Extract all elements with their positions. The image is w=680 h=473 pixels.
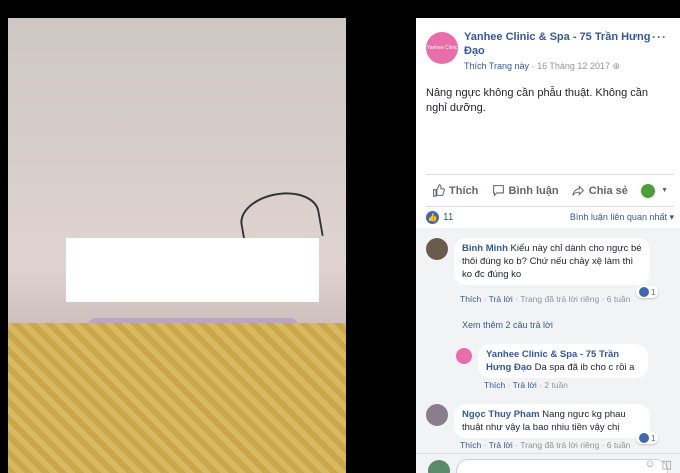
reply: Yanhee Clinic & Spa - 75 Trần Hưng Đạo D… [456, 344, 676, 394]
photo-sheet [8, 323, 346, 473]
post-date[interactable]: 16 Tháng 12 2017 [537, 61, 610, 71]
post-caption: Nâng ngực không cần phẫu thuật. Không cầ… [426, 87, 649, 114]
like-reaction-icon: 👍 [426, 211, 439, 224]
commenter-name[interactable]: Ngọc Thuy Pham [462, 409, 540, 420]
post-meta: Thích Trang này · 16 Tháng 12 2017 ⊕ [464, 61, 620, 72]
comment-like-link[interactable]: Thích [460, 440, 481, 450]
commenter-avatar[interactable] [426, 238, 448, 260]
photo-viewer [0, 0, 416, 473]
post-header: Yanhee Clinic & Spa Yanhee Clinic & Spa … [426, 30, 676, 90]
comment-reactions[interactable]: 1 [636, 286, 659, 298]
comment: Ngọc Thuy Pham Nang ngưc kg phau thuật n… [426, 404, 676, 454]
comment-actions: Thích · Trả lời · Trang đã trả lời riêng… [460, 440, 631, 450]
comment-reply-link[interactable]: Trả lời [489, 294, 513, 304]
censor-box [66, 238, 319, 302]
globe-small-icon: ⊕ [612, 61, 621, 71]
comment-input[interactable] [456, 459, 668, 473]
comment-time[interactable]: 6 tuần [607, 440, 631, 450]
comment-bubble: Ngọc Thuy Pham Nang ngưc kg phau thuật n… [454, 404, 650, 438]
post-actions: Thích Bình luận Chia sẻ ▼ [426, 174, 674, 206]
emoji-icon[interactable]: ☺ [644, 458, 655, 471]
comment-list: Bình Minh Kiểu này chỉ dành cho ngực bé … [416, 228, 680, 453]
like-label: Thích [449, 184, 479, 197]
comment-button[interactable]: Bình luận [492, 184, 559, 197]
share-button[interactable]: Chia sẻ [572, 184, 628, 197]
composer-icons: ☺ ◫ [644, 458, 672, 471]
post-photo[interactable] [8, 18, 346, 473]
comment-sort-dropdown[interactable]: Bình luận liên quan nhất ▾ [570, 212, 674, 223]
reaction-count: 1 [651, 287, 656, 297]
more-options-icon[interactable]: ··· [652, 30, 667, 44]
reply-time[interactable]: 2 tuần [544, 380, 568, 390]
reply-reply-link[interactable]: Trả lời [513, 380, 537, 390]
share-label: Chia sẻ [588, 184, 628, 197]
comment-bubble: Bình Minh Kiểu này chỉ dành cho ngực bé … [454, 238, 650, 285]
like-count-value: 11 [443, 212, 454, 223]
sticker-icon[interactable]: ◫ [662, 458, 672, 471]
reply-like-link[interactable]: Thích [484, 380, 505, 390]
share-icon [572, 185, 584, 196]
comment-reply-link[interactable]: Trả lời [489, 440, 513, 450]
comment-icon [492, 185, 504, 197]
page-avatar[interactable]: Yanhee Clinic & Spa [426, 32, 458, 83]
reply-actions: Thích · Trả lời · 2 tuần [484, 380, 569, 390]
comment-composer: ☺ ◫ [416, 453, 680, 473]
comment-like-link[interactable]: Thích [460, 294, 481, 304]
like-page-link[interactable]: Thích Trang này [464, 61, 529, 71]
more-replies-link[interactable]: Xem thêm 2 câu trả lời [462, 320, 553, 330]
globe-icon [641, 183, 656, 198]
comment-label: Bình luận [508, 184, 559, 197]
comment: Bình Minh Kiểu này chỉ dành cho ngực bé … [426, 238, 676, 306]
comment-actions: Thích · Trả lời · Trang đã trả lời riêng… [460, 294, 631, 304]
post-sidebar: Yanhee Clinic & Spa Yanhee Clinic & Spa … [416, 18, 680, 473]
page-name[interactable]: Yanhee Clinic & Spa - 75 Trần Hưng Đạo [464, 30, 654, 58]
caret-down-icon: ▼ [661, 187, 668, 194]
reply-text: Da spa đã ib cho c rồi a [534, 362, 635, 373]
like-reaction-icon [639, 433, 649, 443]
comment-status: Trang đã trả lời riêng [520, 294, 600, 304]
page-reply-avatar[interactable] [456, 348, 472, 364]
comment-time[interactable]: 6 tuần [607, 294, 631, 304]
commenter-name[interactable]: Bình Minh [462, 243, 508, 254]
current-user-avatar [428, 460, 450, 473]
reaction-count: 1 [651, 433, 656, 443]
like-button[interactable]: Thích [432, 184, 478, 197]
comment-status: Trang đã trả lời riêng [520, 440, 600, 450]
like-count[interactable]: 👍 11 [426, 211, 453, 224]
audience-selector[interactable]: ▼ [641, 183, 668, 198]
post-stats: 👍 11 Bình luận liên quan nhất ▾ [426, 206, 674, 228]
thumbs-up-icon [433, 184, 445, 197]
comment-reactions[interactable]: 1 [636, 432, 659, 444]
commenter-avatar[interactable] [426, 404, 448, 426]
reply-bubble: Yanhee Clinic & Spa - 75 Trần Hưng Đạo D… [478, 344, 648, 378]
like-reaction-icon [639, 287, 649, 297]
